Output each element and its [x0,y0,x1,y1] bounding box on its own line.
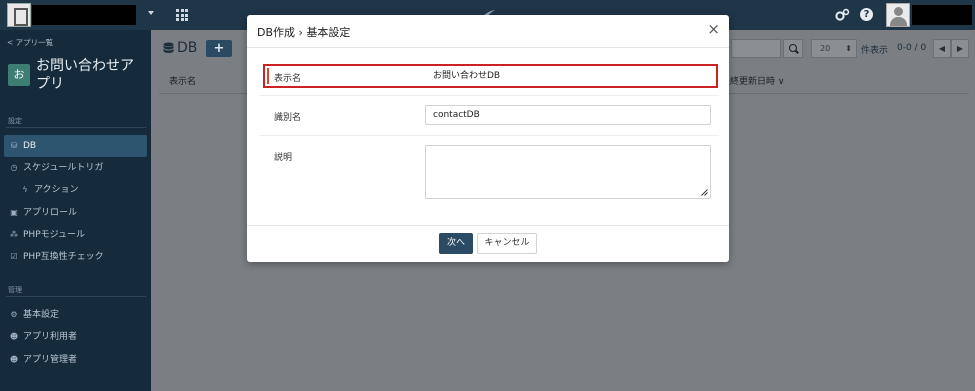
sidebar-item-app-role[interactable]: ▣ アプリロール [4,202,147,224]
gears-icon[interactable] [834,8,850,22]
next-button[interactable]: 次へ [439,233,473,254]
add-db-button[interactable]: + [206,40,232,57]
form-divider [259,135,719,136]
next-page-button[interactable]: ▶ [951,39,969,58]
database-icon [163,42,174,53]
search-button[interactable] [783,39,803,58]
help-icon[interactable]: ? [860,8,873,21]
users-icon: ☻ [9,332,19,341]
gear-icon: ⚙ [10,310,18,319]
app-logo-icon[interactable] [7,3,31,27]
section-label-settings: 設定 [8,117,22,125]
chevron-down-icon[interactable] [148,11,154,15]
search-input[interactable] [731,39,781,58]
database-icon: ⛁ [10,141,18,150]
description-textarea[interactable] [425,145,711,199]
users-icon: ☻ [9,355,19,364]
sidebar-item-label: DB [23,141,37,151]
sidebar-item-label: スケジュールトリガ [23,163,104,173]
page-title-text: DB [177,40,198,56]
page-count: 0-0 / 0 [897,43,927,53]
modal-footer-divider [247,225,729,226]
modal-header: DB作成 › 基本設定 × [247,15,729,48]
avatar[interactable] [886,3,910,27]
sidebar-item-label: アプリロール [23,208,78,218]
required-marker [267,68,269,84]
page-title: DB [163,40,197,56]
sidebar-item-label: アクション [34,185,79,195]
sidebar-item-php-module[interactable]: ⁂ PHPモジュール [4,224,147,246]
per-page-label: 件表示 [861,46,889,56]
display-name-input[interactable]: お問い合わせDB [425,66,711,86]
close-icon[interactable]: × [707,22,720,37]
section-label-admin: 管理 [8,286,22,294]
cubes-icon: ⁂ [10,230,18,239]
identifier-label: 識別名 [274,113,302,123]
bolt-icon: ϟ [22,185,28,194]
sidebar-item-db[interactable]: ⛁ DB [4,135,147,157]
display-name-label: 表示名 [274,74,302,84]
apps-grid-icon[interactable] [176,9,188,21]
create-db-modal: DB作成 › 基本設定 × 表示名 お問い合わせDB 識別名 contactDB… [247,15,729,262]
sidebar-item-app-admins[interactable]: ☻ アプリ管理者 [4,349,147,371]
column-header-updated[interactable]: 最終更新日時 ∨ [721,74,784,87]
redacted-app-selector[interactable] [32,5,136,25]
sidebar-item-label: PHP互換性チェック [23,252,104,262]
sidebar-item-schedule-trigger[interactable]: ◷ スケジュールトリガ [4,157,147,179]
resize-handle-icon[interactable] [701,189,708,196]
clock-icon: ◷ [10,163,18,172]
sidebar-item-label: アプリ利用者 [23,332,78,342]
back-to-app-list-link[interactable]: < アプリ一覧 [7,37,53,48]
sidebar-item-label: アプリ管理者 [23,355,78,365]
sidebar-item-basic-settings[interactable]: ⚙ 基本設定 [4,304,147,326]
sidebar-divider [6,127,146,128]
sidebar: < アプリ一覧 お お問い合わせアプリ 設定 ⛁ DB ◷ スケジュールトリガ … [0,30,151,391]
prev-page-button[interactable]: ◀ [933,39,951,58]
identifier-input[interactable]: contactDB [425,105,711,125]
sidebar-item-php-compat-check[interactable]: ☑ PHP互換性チェック [4,246,147,268]
per-page-select[interactable]: 20 [811,39,857,58]
sidebar-item-action[interactable]: ϟ アクション [4,179,147,201]
id-card-icon: ▣ [10,208,18,217]
check-square-icon: ☑ [10,252,18,261]
cancel-button[interactable]: キャンセル [477,233,537,254]
description-label: 説明 [274,153,293,163]
sidebar-item-label: 基本設定 [23,310,60,320]
sidebar-item-app-users[interactable]: ☻ アプリ利用者 [4,326,147,348]
app-badge-icon: お [8,64,30,86]
app-title: お問い合わせアプリ [36,58,134,92]
sidebar-item-label: PHPモジュール [23,230,85,240]
form-divider [259,95,719,96]
modal-title: DB作成 › 基本設定 [257,26,351,39]
redacted-user-name[interactable] [912,5,972,25]
column-header-name[interactable]: 表示名 [169,74,196,87]
sidebar-divider [6,296,146,297]
